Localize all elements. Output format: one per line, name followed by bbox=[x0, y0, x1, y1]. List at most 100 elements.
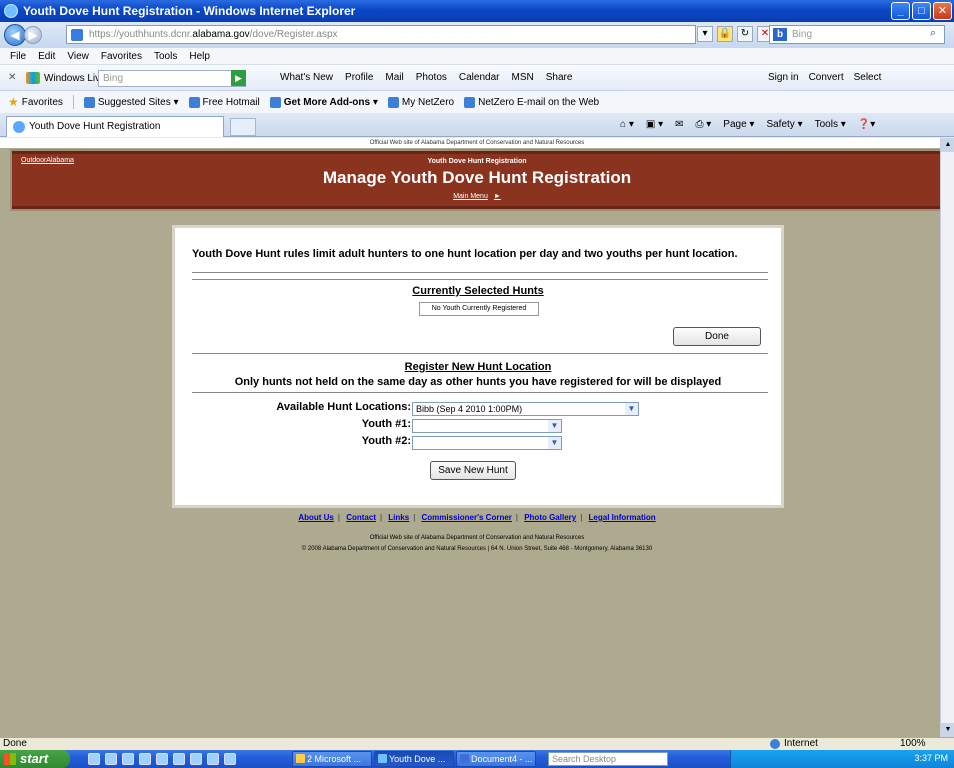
live-link-whats-new[interactable]: What's New bbox=[280, 72, 333, 83]
taskbar-item-document4[interactable]: Document4 - ... bbox=[456, 751, 536, 767]
close-button[interactable]: ✕ bbox=[933, 2, 952, 20]
registration-panel: Youth Dove Hunt rules limit adult hunter… bbox=[175, 228, 781, 505]
live-link-photos[interactable]: Photos bbox=[416, 72, 447, 83]
quick-launch-icon[interactable] bbox=[88, 753, 100, 765]
search-placeholder: Bing bbox=[792, 29, 813, 40]
clock[interactable]: 3:37 PM bbox=[914, 753, 948, 763]
lock-icon[interactable]: 🔒 bbox=[717, 26, 733, 42]
live-search-input[interactable]: Bing bbox=[98, 70, 246, 87]
live-search-button[interactable]: ▶ bbox=[231, 70, 246, 86]
done-button[interactable]: Done bbox=[673, 327, 761, 346]
folder-icon bbox=[296, 754, 305, 763]
menu-tools[interactable]: Tools bbox=[154, 51, 177, 62]
footer-link-legal[interactable]: Legal Information bbox=[589, 513, 656, 522]
favorites-button[interactable]: ★ Favorites bbox=[8, 95, 63, 109]
zoom-level[interactable]: 100% bbox=[900, 738, 926, 749]
desktop-search-input[interactable]: Search Desktop bbox=[548, 752, 668, 766]
fav-suggested-sites[interactable]: Suggested Sites ▾ bbox=[83, 96, 179, 108]
scroll-up-icon[interactable]: ▲ bbox=[941, 138, 954, 152]
quick-launch-icon[interactable] bbox=[122, 753, 134, 765]
only-hunts-note: Only hunts not held on the same day as o… bbox=[234, 376, 722, 388]
search-icon[interactable]: ⌕ bbox=[930, 27, 936, 40]
maximize-button[interactable]: □ bbox=[912, 2, 931, 20]
footer-link-links[interactable]: Links bbox=[388, 513, 409, 522]
select-button[interactable]: Select bbox=[854, 72, 882, 83]
youth2-select[interactable]: ▼ bbox=[412, 436, 562, 450]
start-button[interactable]: start bbox=[0, 750, 70, 768]
window-title-bar[interactable]: Youth Dove Hunt Registration - Windows I… bbox=[0, 0, 954, 22]
address-field[interactable]: https://youthhunts.dcnr. alabama.gov/dove… bbox=[66, 25, 696, 44]
rules-text: Youth Dove Hunt rules limit adult hunter… bbox=[192, 248, 738, 260]
live-link-msn[interactable]: MSN bbox=[511, 72, 533, 83]
save-new-hunt-button[interactable]: Save New Hunt bbox=[430, 461, 516, 480]
back-button[interactable]: ◀ bbox=[4, 24, 26, 46]
zone-label: Internet bbox=[784, 738, 818, 749]
vertical-scrollbar[interactable]: ▲ ▼ bbox=[940, 138, 954, 737]
system-tray: 3:37 PM bbox=[730, 750, 954, 768]
quick-launch-icon[interactable] bbox=[224, 753, 236, 765]
fav-my-netzero[interactable]: My NetZero bbox=[387, 96, 455, 108]
fav-label: My NetZero bbox=[401, 96, 455, 108]
fav-free-hotmail[interactable]: Free Hotmail bbox=[188, 96, 260, 108]
windows-live-icon bbox=[26, 72, 40, 84]
print-icon[interactable]: ⎙ ▾ bbox=[695, 119, 711, 130]
page-menu[interactable]: Page ▾ bbox=[723, 119, 754, 130]
page-icon bbox=[464, 96, 476, 108]
menu-favorites[interactable]: Favorites bbox=[101, 51, 142, 62]
browser-search-input[interactable]: b Bing bbox=[769, 25, 945, 44]
start-label: start bbox=[20, 751, 49, 766]
safety-menu[interactable]: Safety ▾ bbox=[766, 119, 802, 130]
quick-launch-icon[interactable] bbox=[156, 753, 168, 765]
security-zone: Internet bbox=[770, 738, 818, 749]
forward-button[interactable]: ▶ bbox=[24, 26, 42, 44]
fav-netzero-email[interactable]: NetZero E-mail on the Web bbox=[464, 96, 599, 108]
quick-launch-icon[interactable] bbox=[173, 753, 185, 765]
convert-button[interactable]: Convert bbox=[809, 72, 844, 83]
refresh-icon[interactable]: ↻ bbox=[737, 26, 753, 42]
hunt-location-select[interactable]: Bibb (Sep 4 2010 1:00PM) ▼ bbox=[412, 402, 639, 416]
official-site-header: Official Web site of Alabama Department … bbox=[0, 138, 954, 148]
sign-in-link[interactable]: Sign in bbox=[768, 72, 799, 83]
tools-menu[interactable]: Tools ▾ bbox=[815, 119, 846, 130]
scroll-down-icon[interactable]: ▼ bbox=[941, 723, 954, 737]
live-link-mail[interactable]: Mail bbox=[385, 72, 403, 83]
footer-link-contact[interactable]: Contact bbox=[346, 513, 376, 522]
menu-edit[interactable]: Edit bbox=[38, 51, 55, 62]
home-icon[interactable]: ⌂ ▾ bbox=[620, 119, 634, 130]
menu-view[interactable]: View bbox=[67, 51, 89, 62]
quick-launch-icon[interactable] bbox=[190, 753, 202, 765]
footer-link-photo-gallery[interactable]: Photo Gallery bbox=[524, 513, 576, 522]
chevron-down-icon: ▼ bbox=[548, 437, 561, 449]
new-tab-button[interactable] bbox=[230, 118, 256, 136]
youth1-select[interactable]: ▼ bbox=[412, 419, 562, 433]
live-link-share[interactable]: Share bbox=[546, 72, 573, 83]
hunt-location-label: Available Hunt Locations: bbox=[276, 401, 411, 413]
task-label: Document4 - ... bbox=[471, 754, 533, 764]
live-link-calendar[interactable]: Calendar bbox=[459, 72, 500, 83]
taskbar-item-microsoft[interactable]: 2 Microsoft ... bbox=[292, 751, 372, 767]
footer-link-about[interactable]: About Us bbox=[298, 513, 334, 522]
main-menu-link[interactable]: Main Menu bbox=[453, 193, 488, 200]
divider bbox=[192, 272, 768, 273]
footer-link-commissioner[interactable]: Commissioner's Corner bbox=[422, 513, 512, 522]
close-toolbar-icon[interactable]: ✕ bbox=[8, 72, 16, 83]
quick-launch-icon[interactable] bbox=[105, 753, 117, 765]
mail-icon[interactable]: ✉ bbox=[675, 119, 683, 130]
live-link-profile[interactable]: Profile bbox=[345, 72, 373, 83]
menu-file[interactable]: File bbox=[10, 51, 26, 62]
taskbar-item-youth-dove[interactable]: Youth Dove ... bbox=[374, 751, 454, 767]
feeds-icon[interactable]: ▣ ▾ bbox=[646, 119, 663, 130]
url-host: alabama.gov bbox=[192, 29, 250, 40]
quick-launch-icon[interactable] bbox=[207, 753, 219, 765]
quick-launch-icon[interactable] bbox=[139, 753, 151, 765]
page-icon bbox=[83, 96, 95, 108]
dropdown-icon[interactable]: ▾ bbox=[697, 26, 713, 42]
help-icon[interactable]: ❓▾ bbox=[858, 119, 875, 130]
register-new-title: Register New Hunt Location bbox=[404, 361, 552, 373]
url-prefix: https://youthhunts.dcnr. bbox=[89, 29, 193, 40]
menu-help[interactable]: Help bbox=[189, 51, 210, 62]
task-label: 2 Microsoft ... bbox=[307, 754, 362, 764]
tab-youth-dove-hunt[interactable]: Youth Dove Hunt Registration bbox=[6, 116, 224, 137]
minimize-button[interactable]: _ bbox=[891, 2, 910, 20]
fav-get-more-addons[interactable]: Get More Add-ons ▾ bbox=[269, 96, 378, 108]
